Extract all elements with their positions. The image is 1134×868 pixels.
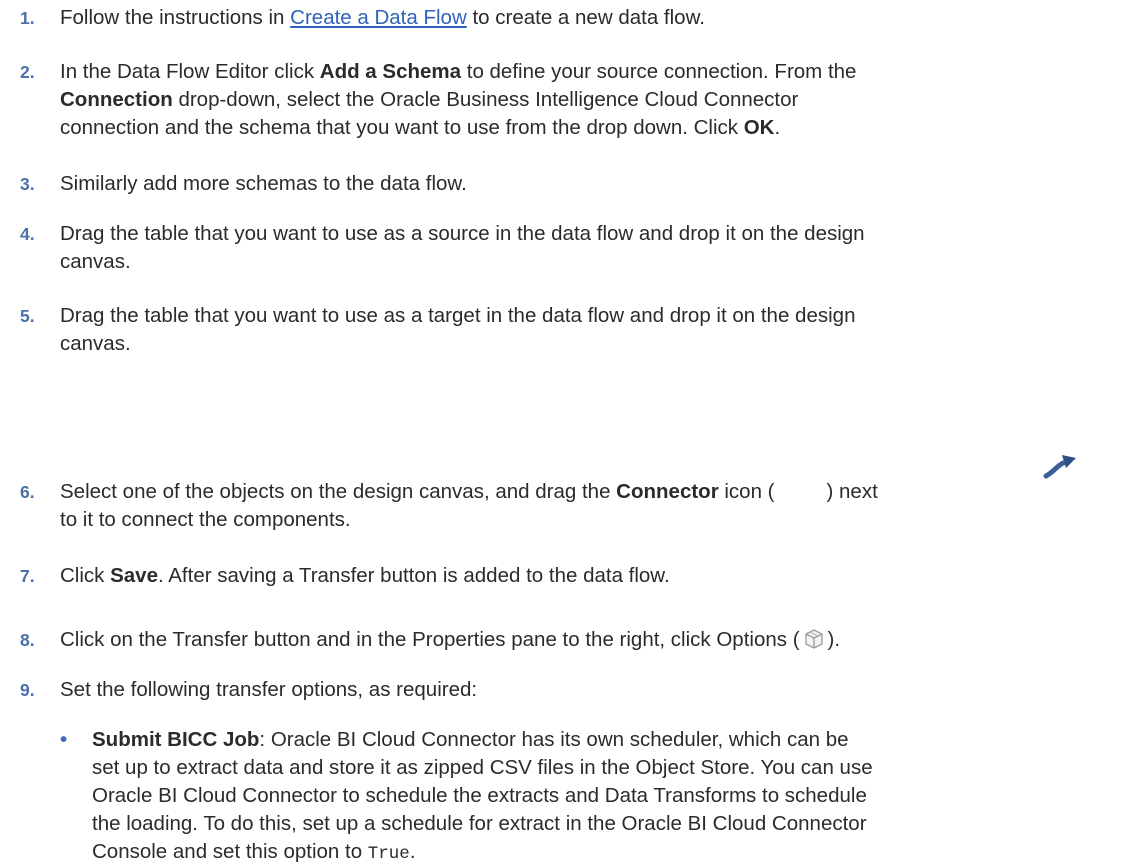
step-text: Drag the table that you want to use as a… [60, 304, 856, 355]
connection-term: Connection [60, 88, 173, 111]
create-data-flow-link[interactable]: Create a Data Flow [290, 6, 467, 29]
step-text: In the Data Flow Editor click Add a Sche… [60, 60, 857, 139]
step-text: Drag the table that you want to use as a… [60, 222, 865, 273]
step-text: Similarly add more schemas to the data f… [60, 172, 467, 195]
instruction-page: 1. Follow the instructions in Create a D… [0, 0, 1134, 864]
save-term: Save [110, 564, 158, 587]
bullet-text: Submit BICC Job: Oracle BI Cloud Connect… [92, 728, 873, 864]
step-text: Set the following transfer options, as r… [60, 678, 478, 701]
connector-arrow-icon [1043, 455, 1076, 479]
true-code: True [367, 844, 410, 864]
step-text: Click Save. After saving a Transfer butt… [60, 564, 670, 587]
step-number: 8. [20, 630, 35, 650]
connector-icon-slot [775, 483, 827, 503]
step-number: 1. [20, 8, 35, 28]
step-number: 4. [20, 224, 35, 244]
step-text: Select one of the objects on the design … [60, 480, 878, 531]
step-number: 3. [20, 174, 35, 194]
ok-term: OK [743, 116, 775, 139]
options-cube-icon [804, 629, 823, 649]
step-text: Follow the instructions in Create a Data… [60, 6, 705, 29]
add-schema-term: Add a Schema [319, 60, 462, 83]
step-number: 6. [20, 482, 35, 502]
step-number: 7. [20, 566, 35, 586]
step-text: Click on the Transfer button and in the … [60, 628, 841, 651]
step-number: 5. [20, 306, 35, 326]
submit-bicc-job-term: Submit BICC Job [92, 728, 260, 751]
connector-term: Connector [616, 480, 719, 503]
step-number: 2. [20, 62, 35, 82]
step-number: 9. [20, 680, 35, 700]
bullet-mark: • [60, 728, 68, 751]
